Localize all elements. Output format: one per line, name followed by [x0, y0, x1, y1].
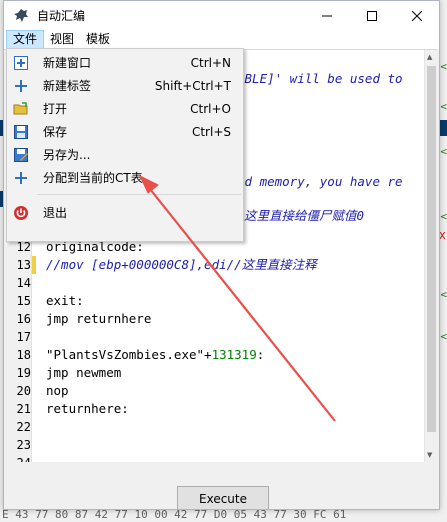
- save-disk-icon: [13, 124, 29, 140]
- code-number-literal: 131319: [211, 347, 257, 362]
- menu-item-open[interactable]: 打开 Ctrl+O: [9, 98, 241, 120]
- code-line[interactable]: 21 returnhere:: [4, 400, 424, 418]
- vertical-scrollbar[interactable]: ▲ ▼: [424, 50, 437, 462]
- code-text: jmp returnhere: [46, 310, 151, 328]
- menu-item-save[interactable]: 保存 Ctrl+S: [9, 121, 241, 143]
- scroll-up-arrow-icon[interactable]: ▲: [427, 53, 432, 61]
- line-number: 24: [4, 454, 31, 462]
- code-text-main: exit:: [46, 293, 84, 308]
- save-as-icon: [13, 147, 29, 163]
- background-tick: <: [440, 100, 447, 113]
- code-line[interactable]: 15 exit:: [4, 292, 424, 310]
- cheat-engine-icon: [14, 8, 28, 22]
- maximize-icon: [366, 10, 377, 21]
- code-line[interactable]: 19 jmp newmem: [4, 364, 424, 382]
- code-line[interactable]: 17: [4, 328, 424, 346]
- menu-item-new-window[interactable]: 新建窗口 Ctrl+N: [9, 52, 241, 74]
- code-line[interactable]: 20 nop: [4, 382, 424, 400]
- menu-item-label: 打开: [43, 102, 68, 116]
- line-number: 22: [16, 420, 31, 434]
- minimize-icon: [321, 15, 332, 16]
- execute-button[interactable]: Execute: [177, 486, 269, 509]
- background-tick: <: [440, 60, 447, 73]
- exit-power-icon: [13, 205, 29, 221]
- code-text: "PlantsVsZombies.exe"+131319:: [46, 346, 264, 364]
- menu-item-shortcut: Ctrl+S: [191, 125, 231, 139]
- code-line[interactable]: 23: [4, 436, 424, 454]
- code-text: jmp newmem: [46, 364, 121, 382]
- line-number: 20: [16, 384, 31, 398]
- background-tick: <: [440, 288, 447, 301]
- menu-item-label: 另存为...: [43, 148, 91, 162]
- menu-item-save-as[interactable]: 另存为...: [9, 144, 241, 166]
- scroll-down-arrow-icon[interactable]: ▼: [427, 451, 432, 459]
- line-number: 15: [16, 294, 31, 308]
- code-line[interactable]: 18 "PlantsVsZombies.exe"+131319:: [4, 346, 424, 364]
- code-line[interactable]: 14: [4, 274, 424, 292]
- background-hex-row: E 43 77 80 87 42 77 10 00 42 77 D0 05 43…: [0, 508, 447, 522]
- window-title: 自动汇编: [37, 9, 86, 23]
- menu-item-label: 新建标签: [43, 79, 92, 93]
- code-text-main: nop: [46, 383, 69, 398]
- menu-item-label: 新建窗口: [43, 56, 92, 70]
- scrollbar-thumb[interactable]: [427, 66, 436, 432]
- menu-item-shortcut: Ctrl+N: [190, 56, 231, 70]
- code-line[interactable]: 22: [4, 418, 424, 436]
- window-controls: [304, 1, 439, 30]
- code-text-tail: :: [256, 347, 265, 362]
- menu-item-assign-to-ct-table[interactable]: 分配到当前的CT表: [9, 167, 241, 189]
- close-icon: [411, 10, 422, 21]
- background-tick: <: [440, 210, 447, 223]
- background-tick: <: [440, 330, 447, 343]
- background-tick: <: [440, 145, 447, 158]
- line-number: 19: [16, 366, 31, 380]
- menu-item-shortcut: Ctrl+O: [190, 102, 231, 116]
- code-text: exit:: [46, 292, 84, 310]
- file-dropdown-menu: 新建窗口 Ctrl+N 新建标签 Shift+Ctrl+T 打开 Ctrl+O …: [6, 48, 244, 242]
- title-bar[interactable]: 自动汇编: [4, 1, 439, 30]
- menu-separator: [37, 194, 241, 195]
- menu-file[interactable]: 文件: [6, 30, 45, 49]
- line-number: 16: [16, 312, 31, 326]
- menu-item-shortcut: Shift+Ctrl+T: [154, 79, 231, 93]
- code-text-main: "PlantsVsZombies.exe"+: [46, 347, 212, 362]
- menu-item-exit[interactable]: 退出: [9, 202, 241, 224]
- menu-view[interactable]: 视图: [44, 30, 80, 49]
- maximize-button[interactable]: [349, 1, 394, 30]
- menu-bar: 文件 视图 模板: [4, 30, 439, 49]
- code-text: returnhere:: [46, 400, 129, 418]
- new-tab-icon: [13, 78, 29, 94]
- menu-item-label: 退出: [43, 206, 68, 220]
- line-number: 23: [16, 438, 31, 452]
- menu-template[interactable]: 模板: [80, 30, 116, 49]
- close-button[interactable]: [394, 1, 439, 30]
- code-line[interactable]: 13 //mov [ebp+000000C8],edi//这里直接注释: [4, 256, 424, 274]
- code-text-main: returnhere:: [46, 401, 129, 416]
- line-number: 21: [16, 402, 31, 416]
- footer-panel: Execute: [4, 462, 439, 509]
- code-line[interactable]: 24: [4, 454, 424, 462]
- assign-plus-icon: [13, 170, 29, 186]
- menu-item-new-tab[interactable]: 新建标签 Shift+Ctrl+T: [9, 75, 241, 97]
- open-folder-icon: [13, 101, 29, 117]
- code-text: //mov [ebp+000000C8],edi//这里直接注释: [46, 256, 317, 274]
- line-number: 14: [16, 276, 31, 290]
- menu-item-label: 分配到当前的CT表: [43, 171, 143, 185]
- code-text-main: jmp returnhere: [46, 311, 152, 326]
- code-text-main: //mov [ebp+000000C8],edi//这里直接注释: [46, 257, 317, 272]
- line-number: 17: [16, 330, 31, 344]
- minimize-button[interactable]: [304, 1, 349, 30]
- code-text: nop: [46, 382, 69, 400]
- new-window-icon: [13, 55, 29, 71]
- code-text-main: jmp newmem: [46, 365, 122, 380]
- line-number: 18: [16, 348, 31, 362]
- code-line[interactable]: 16 jmp returnhere: [4, 310, 424, 328]
- line-number: 13: [16, 258, 31, 272]
- menu-item-label: 保存: [43, 125, 68, 139]
